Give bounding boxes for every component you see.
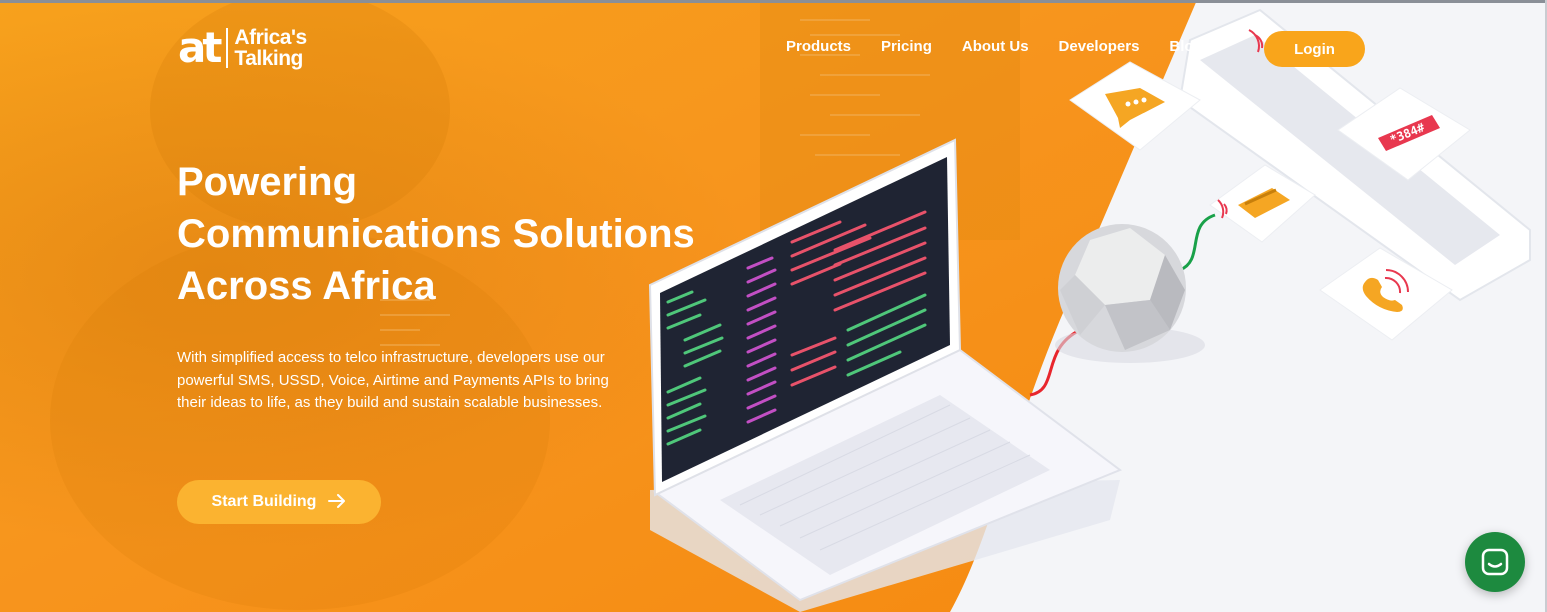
logo-divider [226,28,229,68]
hero-description: With simplified access to telco infrastr… [177,349,609,411]
login-button[interactable]: Login [1264,31,1365,67]
logo-line-2: Talking [234,47,303,70]
chat-icon [1481,548,1509,576]
hero-title-line-3: Across Africa [177,264,436,308]
nav-item-blog[interactable]: Blog [1169,38,1202,55]
brand-logo[interactable]: at Africa's Talking [178,23,307,72]
logo-line-1: Africa's [234,26,307,49]
hero-title: Powering Communications Solutions Across… [177,156,797,312]
nav-item-products[interactable]: Products [786,38,851,55]
nav-item-about-us[interactable]: About Us [962,38,1029,55]
chat-launcher-button[interactable] [1465,532,1525,592]
chat-bubble-icon [1069,61,1201,151]
logo-wordmark: Africa's Talking [234,26,307,70]
main-nav: Products Pricing About Us Developers Blo… [786,38,1233,55]
nav-item-developers[interactable]: Developers [1059,38,1140,55]
router-sphere-icon [1055,224,1205,363]
start-building-button[interactable]: Start Building [177,480,381,524]
hero-title-line-2: Communications Solutions [177,212,695,256]
start-building-label: Start Building [211,493,317,510]
logo-mark: at [178,23,222,72]
arrow-right-icon [328,494,346,510]
hero-title-line-1: Powering [177,160,358,204]
window-top-border [0,0,1547,3]
nav-item-pricing[interactable]: Pricing [881,38,932,55]
